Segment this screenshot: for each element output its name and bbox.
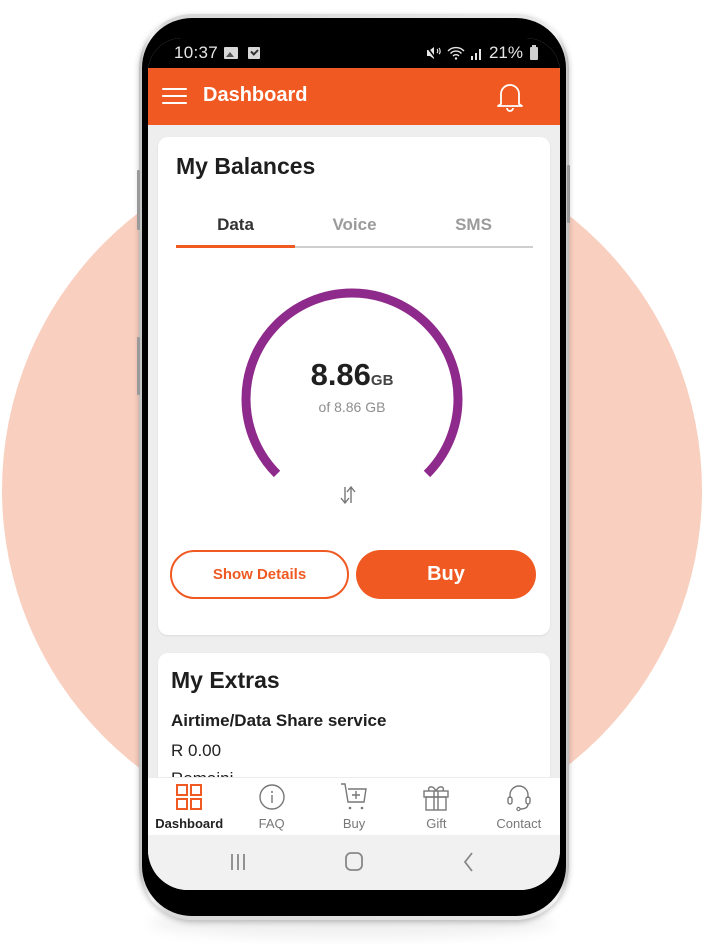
nav-buy[interactable]: Buy [313,778,395,835]
wifi-icon [447,46,465,60]
grid-icon [176,784,203,810]
nav-gift-label: Gift [426,816,447,831]
signal-icon [470,49,481,60]
nav-dashboard[interactable]: Dashboard [148,778,230,835]
balances-card: My Balances Data Voice SMS 8.86GB of 8.8… [158,137,550,635]
bell-icon[interactable] [496,82,524,112]
status-bar: 10:37 21% [148,38,560,68]
nav-buy-label: Buy [342,816,366,831]
tab-active-indicator [176,245,295,248]
buy-button[interactable]: Buy [356,550,536,599]
recent-apps-icon[interactable] [223,850,253,874]
tab-voice[interactable]: Voice [295,215,414,245]
battery-icon [530,44,538,60]
page-title: Dashboard [203,84,308,106]
mute-icon [426,46,441,60]
power-button [567,165,570,223]
bixby-button [137,337,140,395]
dashboard-content[interactable]: My Balances Data Voice SMS 8.86GB of 8.8… [148,125,560,777]
home-icon[interactable] [339,850,369,874]
swap-vertical-icon[interactable] [339,484,357,506]
hamburger-menu-icon[interactable] [162,88,187,105]
system-navigation-bar [148,835,560,890]
nav-contact-label: Contact [496,816,542,831]
battery-percent: 21% [488,43,523,62]
nav-faq[interactable]: FAQ [230,778,312,835]
image-notification-icon [224,47,238,59]
headset-icon [507,785,531,812]
nav-dashboard-label: Dashboard [155,816,224,831]
nav-faq-label: FAQ [258,816,285,831]
show-details-button[interactable]: Show Details [170,550,349,599]
extras-title: My Extras [171,667,280,693]
back-icon[interactable] [454,850,484,874]
checkbox-notification-icon [248,47,260,59]
data-unit: GB [370,372,394,389]
volume-button [137,170,140,230]
extras-service-name: Airtime/Data Share service [171,711,387,730]
data-gauge: 8.86GB of 8.86 GB [232,279,472,519]
extras-partial-line: Remaini [171,769,233,777]
data-remaining: 8.86 [310,357,371,392]
info-icon [258,784,285,810]
bottom-navigation: Dashboard FAQ Buy Gift Contact [148,777,560,835]
extras-card: My Extras Airtime/Data Share service R 0… [158,653,550,777]
tab-data[interactable]: Data [176,215,295,245]
tab-sms[interactable]: SMS [414,215,533,245]
extras-amount: R 0.00 [171,741,222,760]
app-bar: Dashboard [148,68,560,125]
data-total: of 8.86 GB [318,399,386,415]
phone-screen: 10:37 21% Dashboard My Balances Data Voi… [148,38,560,890]
nav-gift[interactable]: Gift [395,778,477,835]
cart-add-icon [341,783,367,810]
gauge-value: 8.86GB [232,357,472,393]
gift-icon [423,786,450,811]
balances-title: My Balances [176,153,316,179]
status-time: 10:37 [174,43,219,62]
nav-contact[interactable]: Contact [478,778,560,835]
balance-tabs: Data Voice SMS [176,215,533,248]
